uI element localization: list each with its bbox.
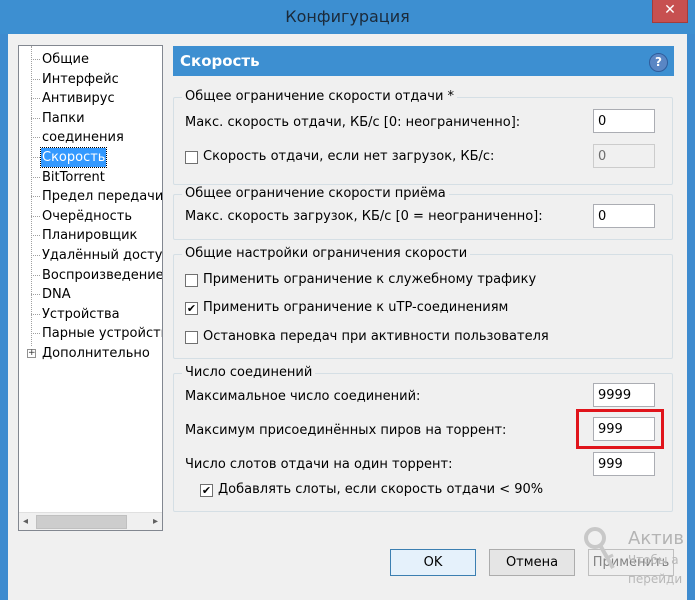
checkmark-icon: ✔ bbox=[186, 302, 197, 315]
config-window: Конфигурация ✕ Общие Интерфейс Антивирус Па… bbox=[0, 0, 695, 600]
tree-item[interactable]: Воспроизведение bbox=[19, 266, 162, 285]
tree-item[interactable]: + Дополнительно bbox=[19, 344, 162, 363]
upload-slots-label: Число слотов отдачи на один торрент: bbox=[185, 457, 453, 472]
extra-slots-label: Добавлять слоты, если скорость отдачи < … bbox=[218, 482, 544, 497]
scroll-right-icon[interactable]: ▸ bbox=[153, 516, 158, 527]
tree-item-label: Папки bbox=[42, 110, 85, 126]
max-upload-input[interactable]: 0 bbox=[593, 109, 655, 133]
tree-item[interactable]: соединения bbox=[19, 128, 162, 147]
cancel-button[interactable]: Отмена bbox=[489, 549, 575, 576]
upload-slots-input[interactable]: 999 bbox=[593, 452, 655, 476]
idle-label: Остановка передач при активности пользов… bbox=[203, 329, 549, 344]
tree-connector bbox=[31, 215, 40, 218]
tree-item-label: Воспроизведение bbox=[42, 267, 163, 283]
tree-item[interactable]: BitTorrent bbox=[19, 168, 162, 187]
tree-item[interactable]: Предел передачи bbox=[19, 187, 162, 206]
tree-item-label: Планировщик bbox=[42, 228, 138, 244]
tree-item-label: Интерфейс bbox=[42, 71, 119, 87]
extra-slots-checkbox[interactable]: ✔ bbox=[200, 484, 213, 497]
tree-item[interactable]: Удалённый доступ bbox=[19, 246, 162, 265]
tree-connector bbox=[31, 255, 40, 257]
tree-item-label: Парные устройства bbox=[42, 326, 163, 342]
tree-item[interactable]: Скорость bbox=[19, 147, 162, 168]
tree-item[interactable]: Интерфейс bbox=[19, 70, 162, 89]
no-download-label: Скорость отдачи, если нет загрузок, КБ/с… bbox=[203, 149, 495, 164]
overhead-label: Применить ограничение к служебному трафи… bbox=[203, 272, 537, 287]
tree-item[interactable]: Общие bbox=[19, 50, 162, 69]
tree-horizontal-scrollbar[interactable]: ◂ ▸ bbox=[19, 512, 162, 530]
utp-checkbox[interactable]: ✔ bbox=[185, 302, 198, 315]
panel-title: Скорость bbox=[180, 52, 260, 70]
tree-connector bbox=[31, 157, 40, 159]
tree-connector bbox=[31, 294, 40, 296]
checkmark-icon: ✔ bbox=[201, 484, 212, 497]
scrollbar-thumb[interactable] bbox=[36, 515, 127, 529]
tree-connector bbox=[31, 176, 40, 179]
max-upload-label: Макс. скорость отдачи, КБ/с [0: неограни… bbox=[185, 115, 521, 130]
watermark-line-3: перейди bbox=[628, 572, 683, 586]
settings-tree[interactable]: Общие Интерфейс Антивирус Папки соединения Ск… bbox=[18, 45, 163, 531]
tree-item-label: Предел передачи bbox=[42, 189, 163, 205]
expand-icon[interactable]: + bbox=[27, 349, 36, 358]
tree-item-label: DNA bbox=[42, 287, 71, 303]
max-peers-label: Максимум присоединённых пиров на торрент… bbox=[185, 423, 507, 438]
ok-button[interactable]: OK bbox=[390, 549, 476, 576]
highlight-box bbox=[576, 409, 664, 449]
tree-connector bbox=[31, 313, 40, 316]
tree-connector bbox=[31, 98, 40, 100]
tree-connector bbox=[31, 274, 40, 277]
activation-watermark: Актив Чтобы а перейди bbox=[573, 520, 687, 600]
upload-group-title: Общее ограничение скорости отдачи * bbox=[182, 89, 458, 104]
dialog-client: Общие Интерфейс Антивирус Папки соединения Ск… bbox=[8, 34, 687, 600]
scroll-left-icon[interactable]: ◂ bbox=[23, 516, 28, 527]
tree-connector bbox=[31, 78, 40, 81]
tree-connector bbox=[31, 333, 40, 335]
panel-header: Скорость ? bbox=[173, 46, 674, 76]
tree-connector bbox=[31, 196, 40, 198]
tree-item-label: Общие bbox=[42, 52, 89, 67]
download-group-title: Общее ограничение скорости приёма bbox=[182, 186, 449, 201]
tree-item[interactable]: Парные устройства bbox=[19, 324, 162, 343]
tree-item-label: BitTorrent bbox=[42, 169, 105, 185]
general-group-title: Общие настройки ограничения скорости bbox=[182, 246, 471, 261]
max-connections-input[interactable]: 9999 bbox=[593, 383, 655, 407]
tree-item[interactable]: Антивирус bbox=[19, 89, 162, 108]
idle-checkbox[interactable] bbox=[185, 331, 198, 344]
watermark-line-2: Чтобы а bbox=[628, 553, 679, 567]
overhead-checkbox[interactable] bbox=[185, 274, 198, 287]
tree-item-label: Очерёдность bbox=[42, 208, 132, 224]
help-icon[interactable]: ? bbox=[649, 53, 668, 72]
no-download-checkbox[interactable] bbox=[185, 151, 198, 164]
no-download-input[interactable]: 0 bbox=[593, 144, 655, 168]
tree-item-label: Дополнительно bbox=[42, 346, 150, 361]
tree-item[interactable]: Очерёдность bbox=[19, 207, 162, 226]
tree-item[interactable]: Папки bbox=[19, 109, 162, 128]
tree-item-label: Антивирус bbox=[42, 91, 115, 107]
max-download-input[interactable]: 0 bbox=[593, 204, 655, 228]
window-title: Конфигурация bbox=[285, 7, 410, 26]
tree-item-label: Скорость bbox=[39, 147, 108, 168]
utp-label: Применить ограничение к uTP-соединениям bbox=[203, 300, 509, 315]
close-button[interactable]: ✕ bbox=[652, 0, 688, 23]
watermark-line-1: Актив bbox=[628, 528, 684, 549]
close-icon: ✕ bbox=[664, 2, 676, 18]
tree-connector bbox=[31, 59, 40, 61]
max-download-label: Макс. скорость загрузок, КБ/с [0 = неогр… bbox=[185, 209, 543, 224]
tree-item-label: Устройства bbox=[42, 306, 120, 322]
tree-item[interactable]: Устройства bbox=[19, 305, 162, 324]
tree-connector bbox=[31, 137, 40, 139]
max-connections-label: Максимальное число соединений: bbox=[185, 389, 421, 404]
tree-item[interactable]: Планировщик bbox=[19, 226, 162, 245]
key-icon bbox=[584, 527, 615, 569]
tree-connector bbox=[31, 235, 40, 237]
connections-group-title: Число соединений bbox=[182, 365, 316, 380]
tree-item-label: соединения bbox=[42, 130, 124, 146]
title-bar[interactable]: Конфигурация ✕ bbox=[0, 0, 695, 34]
tree-item-label: Удалённый доступ bbox=[42, 248, 163, 263]
tree-item[interactable]: DNA bbox=[19, 285, 162, 304]
tree-connector bbox=[31, 117, 40, 120]
